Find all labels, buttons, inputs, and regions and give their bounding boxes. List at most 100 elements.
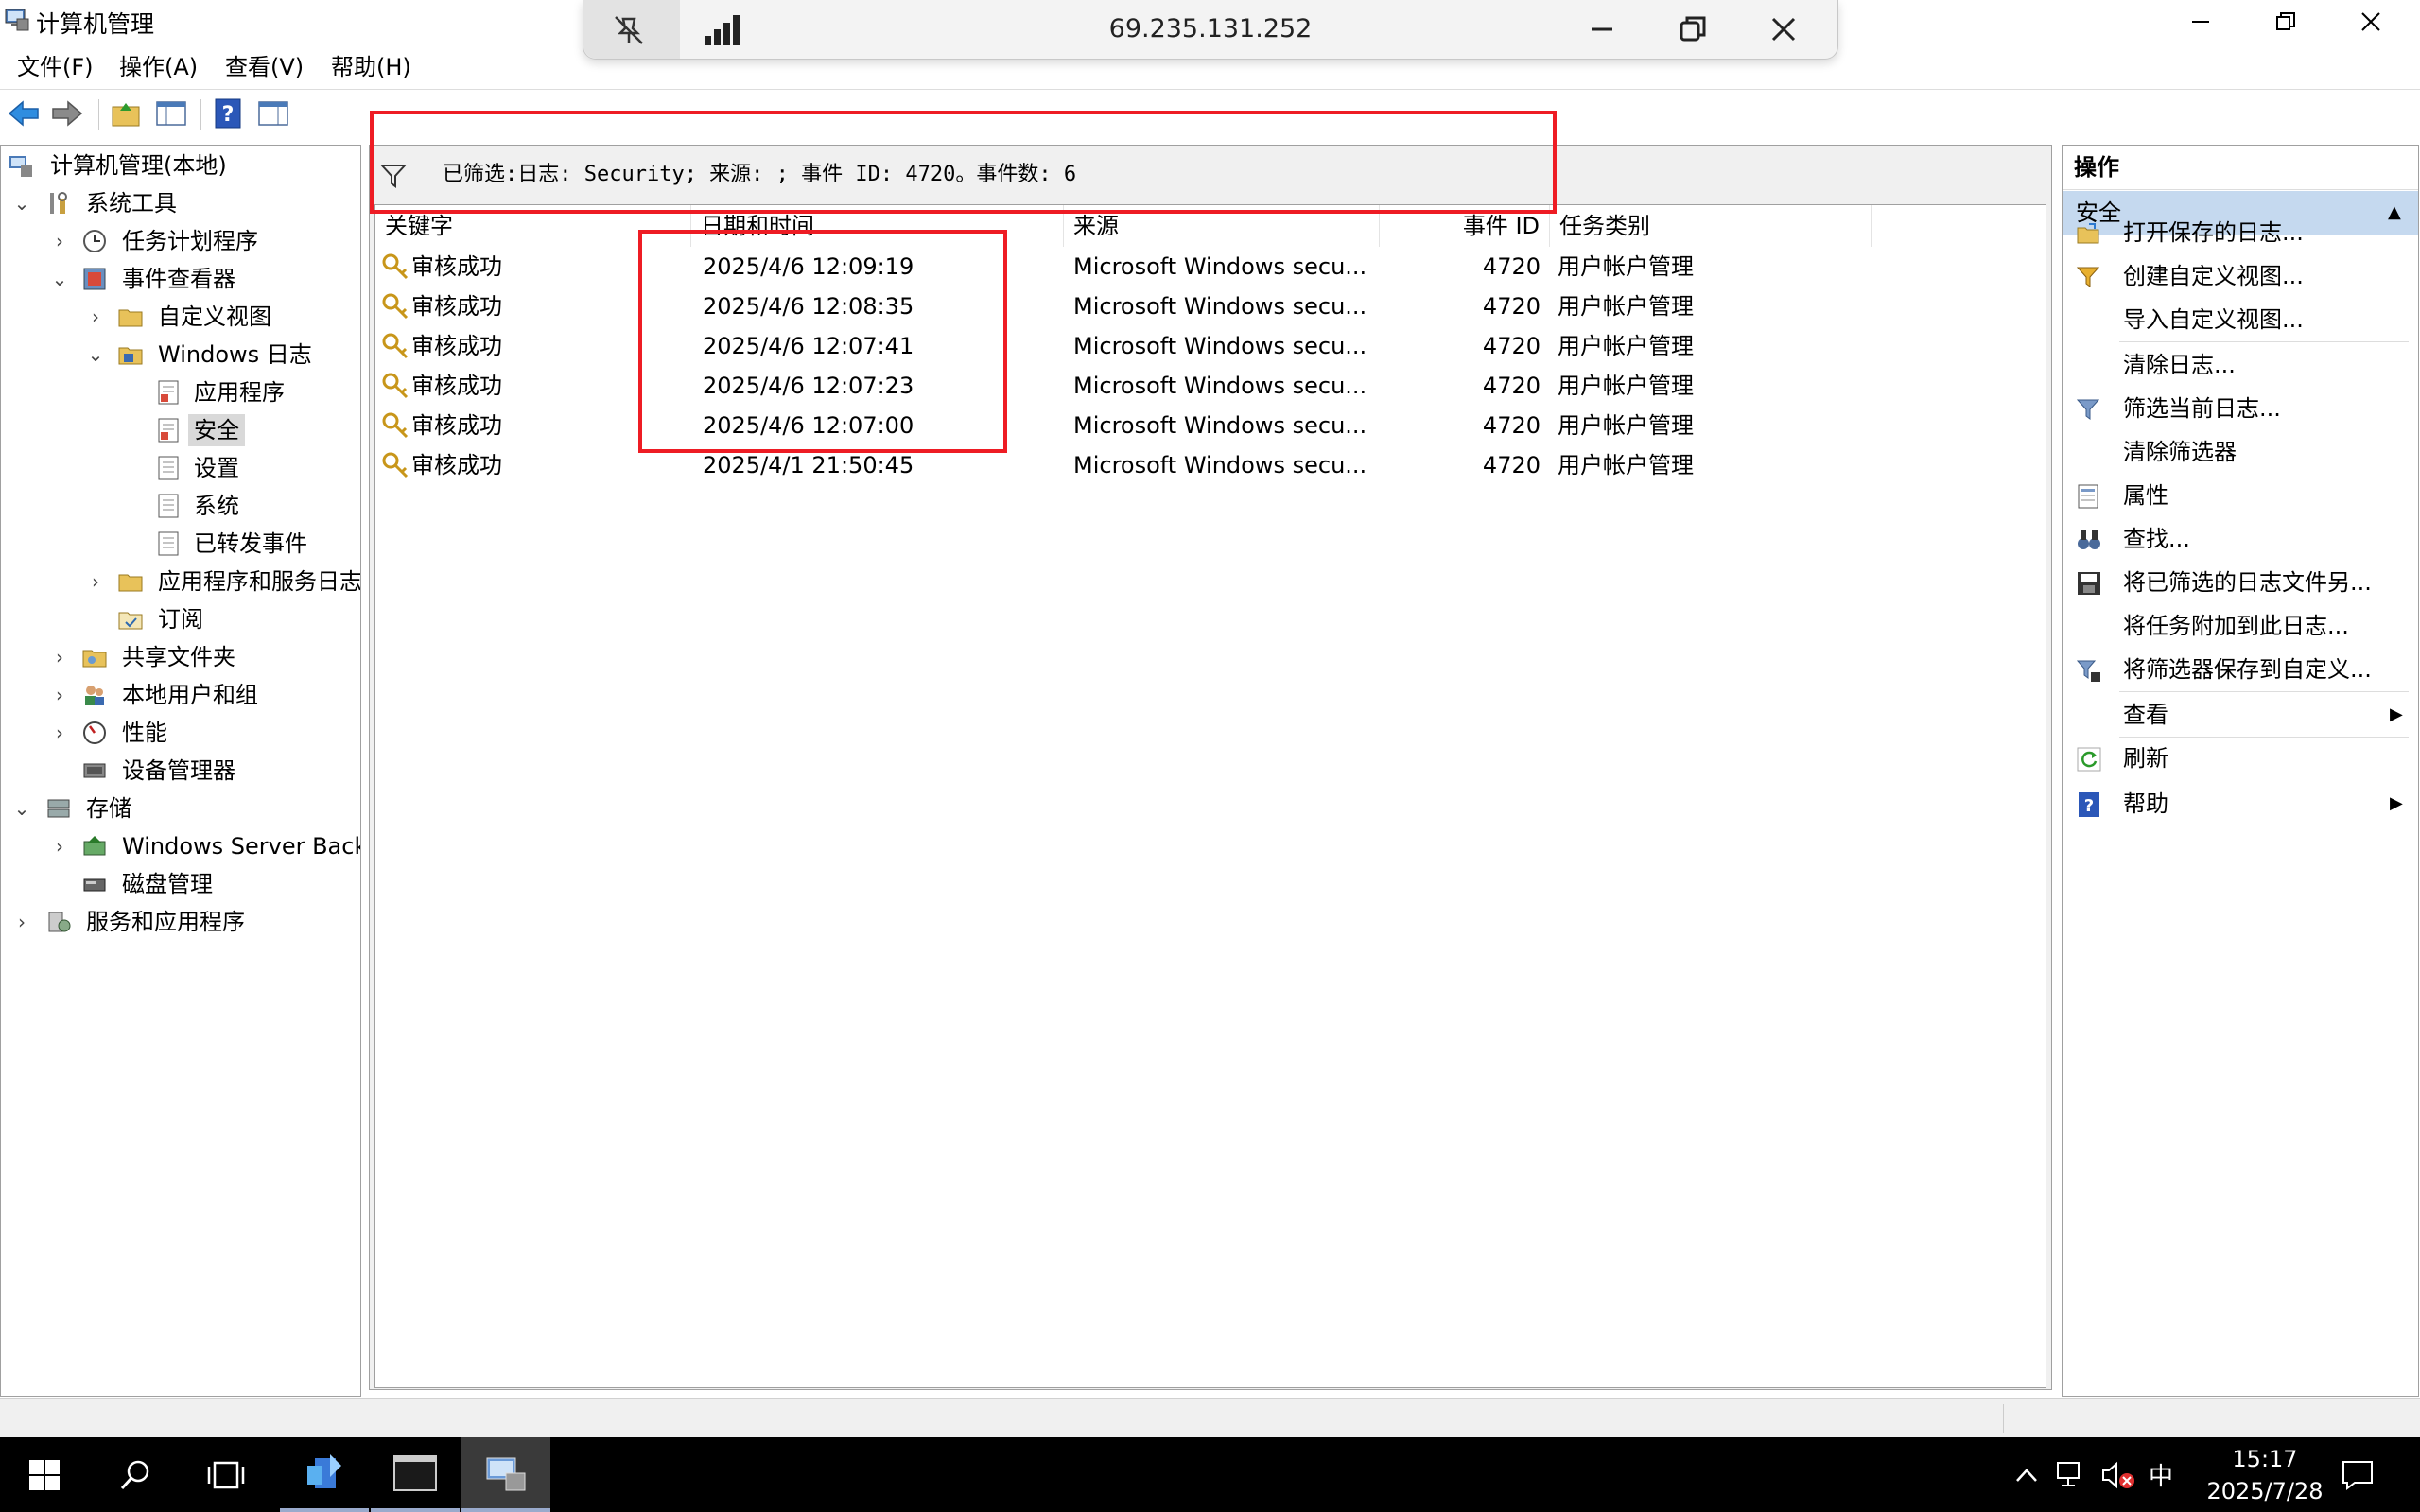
forward-button[interactable]: [49, 96, 85, 131]
up-level-button[interactable]: [108, 96, 144, 131]
tray-ime-indicator[interactable]: 中: [2149, 1437, 2173, 1512]
minimize-icon: [1592, 27, 1612, 31]
back-arrow-icon: [8, 100, 39, 127]
action-attach-task[interactable]: 将任务附加到此日志...: [2063, 604, 2418, 648]
action-properties[interactable]: 属性: [2063, 474, 2418, 517]
tree-node-services-apps[interactable]: › 服务和应用程序: [1, 904, 360, 940]
tree-node-forwarded-events[interactable]: 已转发事件: [1, 526, 360, 562]
action-filter-current-log[interactable]: 筛选当前日志...: [2063, 387, 2418, 430]
tree-node-windows-logs[interactable]: ⌄ Windows 日志: [1, 337, 360, 373]
connection-quality-button[interactable]: [703, 13, 744, 51]
tree-node-task-scheduler[interactable]: › 任务计划程序: [1, 223, 360, 259]
task-view-button[interactable]: [182, 1437, 270, 1512]
search-button[interactable]: [91, 1437, 180, 1512]
tree-label: 自定义视图: [158, 304, 271, 330]
tree-node-setup[interactable]: 设置: [1, 450, 360, 486]
cell-category: 用户帐户管理: [1558, 452, 1694, 478]
cell-event-id: 4720: [1482, 293, 1541, 320]
notification-center-button[interactable]: [2342, 1437, 2374, 1512]
taskbar-app-computer-management[interactable]: [461, 1437, 550, 1512]
tree-node-storage[interactable]: ⌄ 存储: [1, 791, 360, 826]
table-row[interactable]: 审核成功 2025/4/6 12:07:00 Microsoft Windows s…: [375, 406, 2046, 445]
table-row[interactable]: 审核成功 2025/4/6 12:07:23 Microsoft Windows s…: [375, 366, 2046, 406]
chevron-right-icon[interactable]: ›: [50, 715, 69, 751]
chevron-right-icon[interactable]: ›: [50, 828, 69, 864]
minimize-button[interactable]: [2158, 0, 2243, 43]
chevron-right-icon[interactable]: ›: [12, 904, 31, 940]
action-help[interactable]: ? 帮助 ▶: [2063, 782, 2418, 826]
taskbar-app-server-manager[interactable]: [280, 1437, 369, 1512]
table-row[interactable]: 审核成功 2025/4/1 21:50:45 Microsoft Windows s…: [375, 445, 2046, 485]
column-category[interactable]: 任务类别: [1550, 205, 1872, 247]
chevron-down-icon[interactable]: ⌄: [12, 791, 31, 826]
subscription-icon: [118, 612, 143, 630]
chevron-down-icon[interactable]: ⌄: [50, 261, 69, 297]
chevron-right-icon[interactable]: ›: [50, 223, 69, 259]
action-create-custom-view[interactable]: 创建自定义视图...: [2063, 254, 2418, 298]
tray-show-hidden-button[interactable]: [2014, 1437, 2039, 1512]
rdp-restore-button[interactable]: [1677, 13, 1709, 51]
action-clear-filter[interactable]: 清除筛选器: [2063, 430, 2418, 474]
tree-node-local-users[interactable]: › 本地用户和组: [1, 677, 360, 713]
action-refresh[interactable]: 刷新: [2063, 737, 2418, 780]
chevron-right-icon[interactable]: ›: [86, 299, 105, 335]
back-button[interactable]: [6, 96, 42, 131]
audit-success-key-icon: [382, 333, 409, 359]
tree-node-performance[interactable]: › 性能: [1, 715, 360, 751]
action-import-custom-view[interactable]: 导入自定义视图...: [2063, 298, 2418, 341]
log-icon: [158, 456, 179, 480]
table-row[interactable]: 审核成功 2025/4/6 12:07:41 Microsoft Windows s…: [375, 326, 2046, 366]
chevron-right-icon[interactable]: ›: [86, 564, 105, 600]
tree-node-disk-management[interactable]: 磁盘管理: [1, 866, 360, 902]
rdp-close-button[interactable]: [1767, 13, 1800, 51]
tree-node-system-tools[interactable]: ⌄ 系统工具: [1, 185, 360, 221]
chevron-down-icon[interactable]: ⌄: [86, 337, 105, 373]
show-hide-tree-button[interactable]: [153, 96, 189, 131]
tray-volume-button[interactable]: [2101, 1437, 2135, 1512]
table-row[interactable]: 审核成功 2025/4/6 12:09:19 Microsoft Windows s…: [375, 247, 2046, 287]
tree-node-subscriptions[interactable]: 订阅: [1, 601, 360, 637]
filter-save-icon: [2076, 660, 2100, 682]
restore-button[interactable]: [2243, 0, 2328, 43]
chevron-down-icon[interactable]: ⌄: [12, 185, 31, 221]
tree-node-application[interactable]: 应用程序: [1, 374, 360, 410]
tree-node-system[interactable]: 系统: [1, 488, 360, 524]
tree-node-security[interactable]: 安全: [1, 412, 360, 448]
tree-node-shared-folders[interactable]: › 共享文件夹: [1, 639, 360, 675]
menu-help[interactable]: 帮助(H): [331, 49, 411, 85]
chevron-right-icon[interactable]: ›: [50, 677, 69, 713]
action-save-filter-to-custom-view[interactable]: 将筛选器保存到自定义...: [2063, 648, 2418, 691]
tree-node-windows-server-backup[interactable]: › Windows Server Back: [1, 828, 360, 864]
audit-success-key-icon: [382, 293, 409, 320]
clock-icon: [83, 230, 106, 252]
tree-node-app-service-logs[interactable]: › 应用程序和服务日志: [1, 564, 360, 600]
taskbar-app-cmd[interactable]: [371, 1437, 460, 1512]
action-find[interactable]: 查找...: [2063, 517, 2418, 561]
tree-node-custom-views[interactable]: › 自定义视图: [1, 299, 360, 335]
action-label: 打开保存的日志...: [2123, 219, 2304, 246]
services-icon: [48, 912, 71, 932]
table-row[interactable]: 审核成功 2025/4/6 12:08:35 Microsoft Windows s…: [375, 287, 2046, 326]
action-view[interactable]: 查看 ▶: [2063, 693, 2418, 737]
tree-node-device-manager[interactable]: 设备管理器: [1, 753, 360, 789]
close-button[interactable]: [2328, 0, 2413, 43]
event-viewer-icon: [83, 268, 106, 290]
show-action-pane-button[interactable]: [255, 96, 291, 131]
help-icon: ?: [215, 98, 241, 129]
disk-icon: [83, 878, 106, 892]
menu-view[interactable]: 查看(V): [225, 49, 304, 85]
rdp-minimize-button[interactable]: [1586, 13, 1618, 51]
action-save-filtered-log[interactable]: 将已筛选的日志文件另...: [2063, 561, 2418, 604]
help-button[interactable]: ?: [210, 96, 246, 131]
action-clear-log[interactable]: 清除日志...: [2063, 343, 2418, 387]
chevron-right-icon[interactable]: ›: [50, 639, 69, 675]
action-open-saved-log[interactable]: 打开保存的日志...: [2063, 211, 2418, 254]
events-table: 关键字 日期和时间 来源 事件 ID 任务类别 审核成功 2025/4/6 12:…: [374, 204, 2046, 1388]
tray-network-button[interactable]: [2056, 1437, 2086, 1512]
restore-icon: [1680, 16, 1706, 42]
menu-action[interactable]: 操作(A): [119, 49, 198, 85]
tray-clock[interactable]: 15:17 2025/7/28: [2194, 1443, 2336, 1509]
start-button[interactable]: [0, 1437, 89, 1512]
tree-node-event-viewer[interactable]: ⌄ 事件查看器: [1, 261, 360, 297]
menu-file[interactable]: 文件(F): [17, 49, 94, 85]
